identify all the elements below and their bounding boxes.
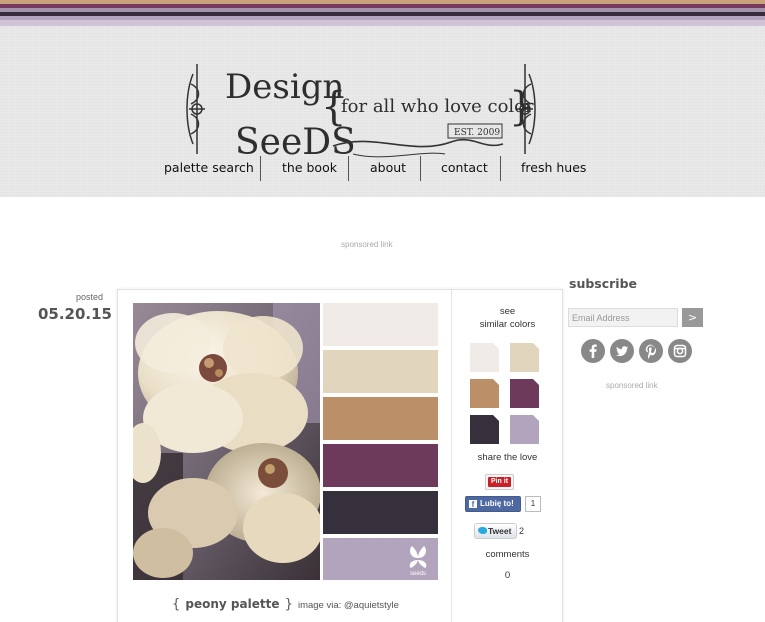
image-credit: image via: @aquietstyle — [297, 600, 399, 611]
svg-text:EST. 2009: EST. 2009 — [454, 128, 500, 138]
subscribe-title: subscribe — [569, 276, 638, 291]
palette-photo[interactable] — [133, 303, 320, 580]
nav-item-contact[interactable]: contact — [441, 156, 488, 182]
peony-image — [133, 303, 320, 580]
similar-color-chip[interactable] — [510, 415, 539, 444]
svg-text:seeds: seeds — [410, 571, 426, 576]
email-field[interactable] — [568, 308, 678, 327]
sponsored-link[interactable]: sponsored link — [341, 240, 393, 249]
palette-side-panel: see similar colors share the love Pin it… — [452, 290, 563, 622]
similar-color-chip[interactable] — [470, 343, 499, 372]
tweet-label: Tweet — [488, 526, 512, 536]
palette-swatch-2[interactable] — [323, 350, 438, 393]
fb-like-count: 1 — [525, 496, 541, 512]
pinterest-pin-button[interactable]: Pin it — [485, 474, 514, 490]
facebook-icon[interactable] — [581, 339, 605, 363]
similar-color-chip[interactable] — [510, 343, 539, 372]
palette-swatch-5[interactable] — [323, 491, 438, 534]
comments-count: 0 — [504, 570, 511, 581]
pinit-label: Pin it — [488, 477, 511, 487]
subscribe-submit-button[interactable]: > — [682, 308, 703, 327]
brace-open: { — [172, 597, 181, 612]
fb-like-label: Lubię to! — [480, 499, 514, 508]
see-label: see — [499, 306, 516, 317]
nav-item-palette-search[interactable]: palette search — [164, 156, 254, 182]
header-color-stripes — [0, 0, 765, 26]
share-label: share the love — [477, 452, 538, 463]
main-nav: palette search the book about contact fr… — [0, 156, 765, 182]
svg-text:}: } — [509, 84, 534, 130]
palette-name[interactable]: peony palette — [185, 597, 279, 611]
design-seeds-logo: Design SeeDS { for all who love color } … — [186, 64, 536, 163]
instagram-icon[interactable] — [668, 339, 692, 363]
twitter-bird-icon — [478, 527, 487, 534]
similar-color-chip[interactable] — [510, 379, 539, 408]
site-logo[interactable]: Design SeeDS { for all who love color } … — [183, 54, 539, 164]
facebook-like-button[interactable]: f Lubię to! — [465, 496, 521, 512]
seeds-watermark-icon: seeds — [404, 544, 432, 577]
sponsored-link-sidebar[interactable]: sponsored link — [606, 381, 658, 390]
nav-divider — [500, 156, 501, 181]
palette-caption: { peony palette } image via: @aquietstyl… — [133, 593, 438, 612]
palette-card: seeds { peony palette } image via: @aqui… — [117, 289, 563, 622]
tweet-button[interactable]: Tweet — [474, 523, 517, 539]
facebook-icon: f — [469, 500, 477, 509]
nav-item-fresh-hues[interactable]: fresh hues — [521, 156, 586, 182]
nav-item-the-book[interactable]: the book — [282, 156, 337, 182]
pinterest-icon[interactable] — [639, 339, 663, 363]
palette-swatch-3[interactable] — [323, 397, 438, 440]
twitter-icon[interactable] — [610, 339, 634, 363]
similar-color-chip[interactable] — [470, 415, 499, 444]
brace-close: } — [284, 597, 293, 612]
palette-swatch-1[interactable] — [323, 303, 438, 346]
palette-swatch-4[interactable] — [323, 444, 438, 487]
similar-colors-link[interactable]: similar colors — [452, 319, 563, 330]
palette-swatch-6[interactable]: seeds — [323, 538, 438, 580]
svg-text:for all who love color: for all who love color — [341, 96, 534, 117]
post-date: 05.20.15 — [37, 305, 112, 323]
nav-divider — [260, 156, 261, 181]
nav-item-about[interactable]: about — [370, 156, 406, 182]
nav-divider — [420, 156, 421, 181]
site-header: Design SeeDS { for all who love color } … — [0, 26, 765, 197]
tweet-count: 2 — [519, 526, 525, 536]
comments-link[interactable]: comments — [452, 549, 563, 560]
nav-divider — [348, 156, 349, 181]
posted-label: posted — [75, 292, 103, 302]
similar-color-chip[interactable] — [470, 379, 499, 408]
